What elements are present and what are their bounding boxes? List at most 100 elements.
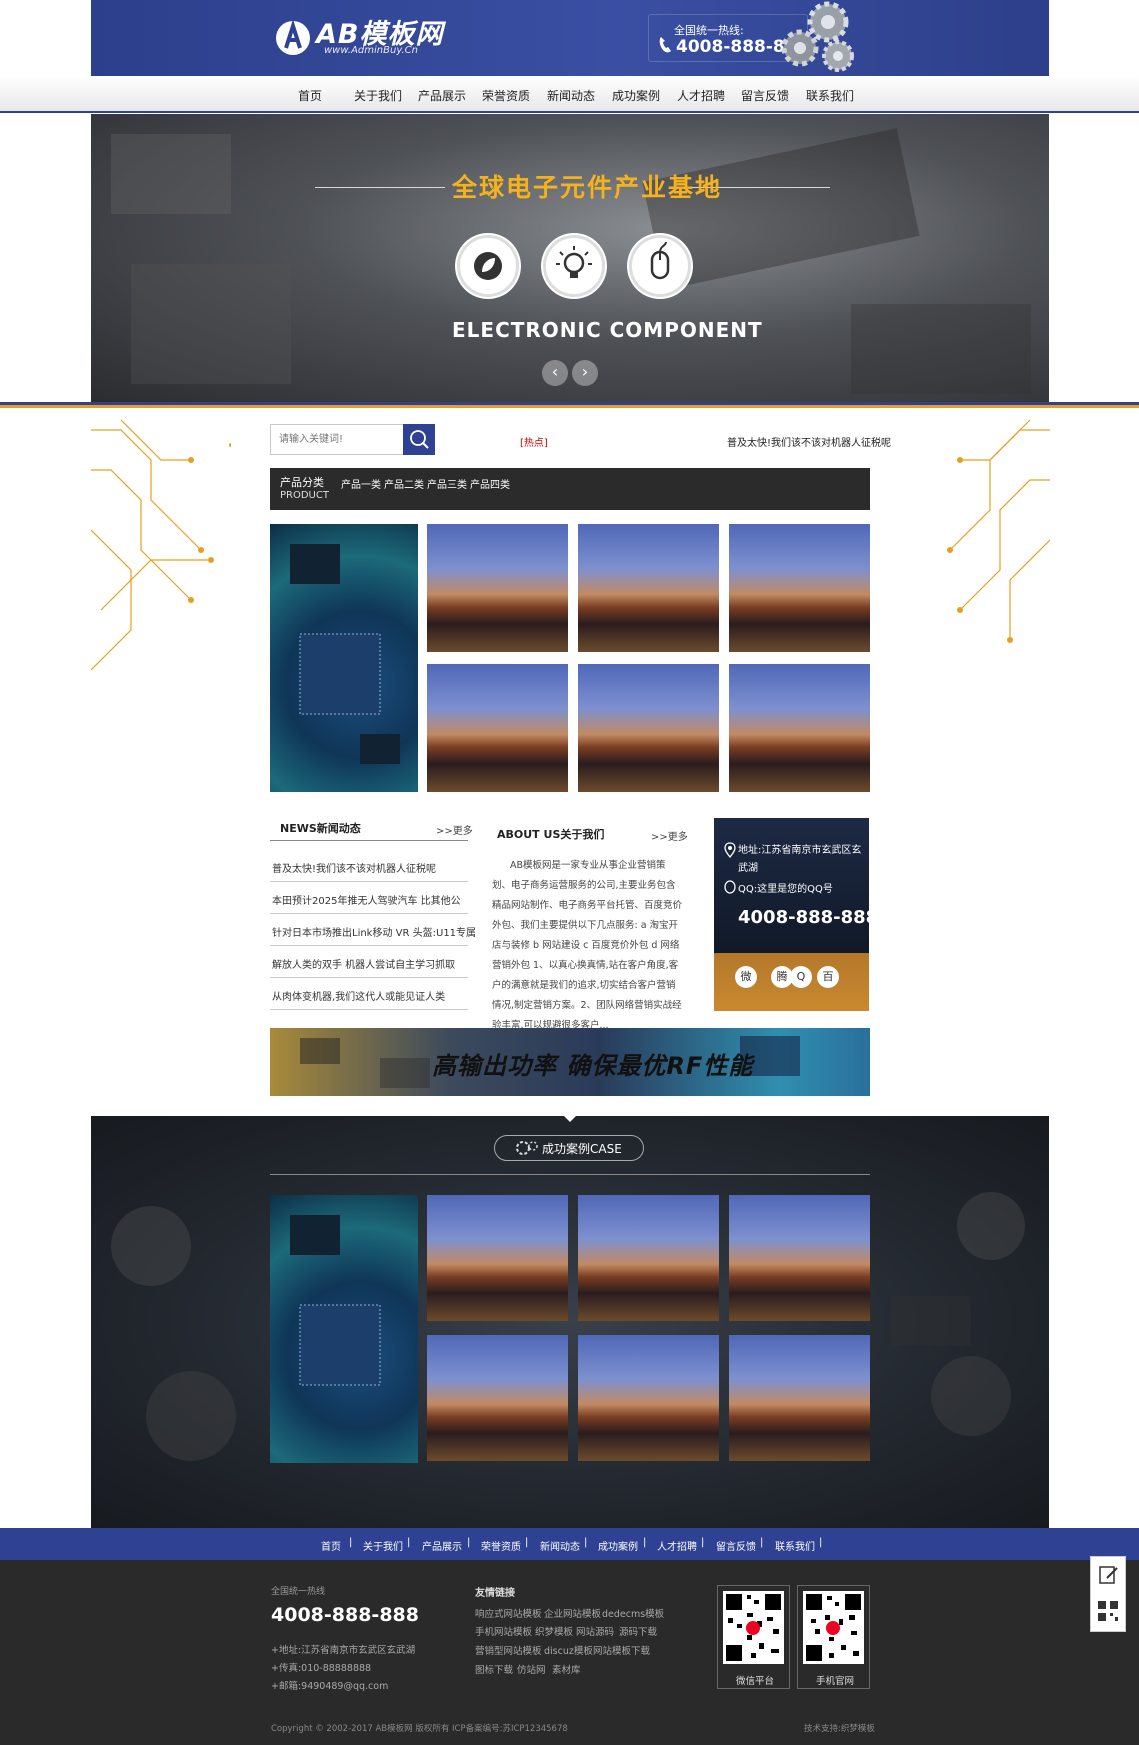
nav-products[interactable]: 产品展示: [418, 87, 466, 104]
logo-subtitle: www.AdminBuy.Cn: [324, 45, 418, 56]
category-link-2[interactable]: 产品二类: [384, 476, 424, 491]
product-image[interactable]: [578, 524, 719, 652]
footer-nav-separator: |: [467, 1537, 471, 1548]
about-title: ABOUT US关于我们: [497, 828, 605, 841]
nav-news[interactable]: 新闻动态: [547, 87, 595, 104]
news-item[interactable]: 解放人类的双手 机器人尝试自主学习抓取: [272, 956, 455, 971]
friend-link[interactable]: 源码下载: [619, 1624, 657, 1638]
nav-feedback[interactable]: 留言反馈: [741, 87, 789, 104]
case-section: [91, 1116, 1049, 1528]
footer-nav-products[interactable]: 产品展示: [422, 1538, 462, 1553]
case-image[interactable]: [578, 1195, 719, 1321]
friend-link[interactable]: discuz模板: [544, 1643, 593, 1657]
case-image[interactable]: [729, 1335, 870, 1461]
contact-phone: 4008-888-888: [738, 907, 879, 928]
news-more-link[interactable]: >>更多: [436, 822, 473, 837]
friend-link[interactable]: 图标下载: [475, 1662, 513, 1676]
page: AB模板网 www.AdminBuy.Cn 全国统一热线: 4008-888-8…: [0, 0, 1139, 1745]
footer-nav-separator: |: [701, 1537, 705, 1548]
footer-nav-honors[interactable]: 荣誉资质: [481, 1538, 521, 1553]
product-image[interactable]: [578, 664, 719, 792]
case-featured-image[interactable]: [270, 1195, 418, 1463]
news-item[interactable]: 针对日本市场推出Link移动 VR 头盔:U11专属: [272, 924, 476, 939]
case-image[interactable]: [427, 1335, 568, 1461]
friend-link[interactable]: 网站源码: [576, 1624, 614, 1638]
case-image[interactable]: [427, 1195, 568, 1321]
product-image[interactable]: [427, 664, 568, 792]
wechat-qr-code[interactable]: [723, 1591, 784, 1664]
footer-nav-about[interactable]: 关于我们: [363, 1538, 403, 1553]
about-more-link[interactable]: >>更多: [651, 828, 688, 843]
footer-nav-separator: |: [584, 1537, 588, 1548]
news-item[interactable]: 本田预计2025年推无人驾驶汽车 比其他公: [272, 892, 461, 907]
tech-support-link[interactable]: 技术支持:织梦模板: [804, 1722, 875, 1734]
friend-links-title: 友情链接: [475, 1588, 515, 1599]
category-link-3[interactable]: 产品三类: [427, 476, 467, 491]
search-icon: [410, 430, 429, 449]
mouse-icon: [629, 235, 691, 297]
banner-next-button[interactable]: ›: [572, 360, 598, 386]
product-image[interactable]: [729, 664, 870, 792]
search-button[interactable]: [403, 424, 435, 455]
case-image[interactable]: [578, 1335, 719, 1461]
nav-honors[interactable]: 荣誉资质: [482, 87, 530, 104]
copyright-text: Copyright © 2002-2017 AB模板网 版权所有 ICP备案编号…: [271, 1724, 568, 1734]
friend-link[interactable]: 仿站网: [517, 1662, 546, 1676]
nav-contact[interactable]: 联系我们: [806, 87, 854, 104]
location-icon: [724, 842, 736, 858]
footer-nav-home[interactable]: 首页: [321, 1538, 341, 1553]
friend-link[interactable]: 响应式网站模板: [475, 1606, 542, 1620]
news-item[interactable]: 从肉体变机器,我们这代人或能见证人类: [272, 988, 445, 1003]
category-subtitle: PRODUCT: [280, 490, 329, 501]
qq-social-icon[interactable]: Q: [790, 966, 812, 988]
logo-icon[interactable]: [276, 16, 310, 56]
edit-icon[interactable]: [1099, 1566, 1118, 1584]
footer-nav-news[interactable]: 新闻动态: [540, 1538, 580, 1553]
footer-nav-separator: |: [349, 1537, 353, 1548]
nav-home[interactable]: 首页: [298, 87, 322, 104]
footer-address: +地址:江苏省南京市玄武区玄武湖: [271, 1645, 416, 1656]
gear-icon: [516, 1141, 538, 1155]
footer-nav-feedback[interactable]: 留言反馈: [716, 1538, 756, 1553]
banner-stripe: [0, 402, 1139, 408]
case-notch: [560, 1112, 580, 1122]
case-image[interactable]: [729, 1195, 870, 1321]
banner-prev-button[interactable]: ‹: [542, 360, 568, 386]
footer-nav-separator: |: [525, 1537, 529, 1548]
footer-nav-contact[interactable]: 联系我们: [775, 1538, 815, 1553]
nav-jobs[interactable]: 人才招聘: [677, 87, 725, 104]
friend-link[interactable]: 网站模板下载: [593, 1643, 650, 1657]
friend-link[interactable]: 手机网站模板: [475, 1624, 532, 1638]
nav-about[interactable]: 关于我们: [354, 87, 402, 104]
category-link-4[interactable]: 产品四类: [470, 476, 510, 491]
news-divider: [270, 945, 468, 946]
product-featured-image[interactable]: [270, 524, 418, 792]
qr-code-icon[interactable]: [1098, 1601, 1118, 1621]
footer-nav-cases[interactable]: 成功案例: [598, 1538, 638, 1553]
product-image[interactable]: [729, 524, 870, 652]
news-item[interactable]: 普及太快!我们该不该对机器人征税呢: [272, 860, 436, 875]
friend-link[interactable]: 素材库: [552, 1662, 581, 1676]
baidu-icon[interactable]: 百: [817, 966, 839, 988]
friend-link[interactable]: dedecms模板: [602, 1606, 664, 1620]
banner-title: 全球电子元件产业基地: [452, 173, 723, 202]
search-input[interactable]: [270, 424, 404, 455]
contact-qq: QQ:这里是您的QQ号: [738, 884, 833, 895]
footer-nav-jobs[interactable]: 人才招聘: [657, 1538, 697, 1553]
friend-link[interactable]: 企业网站模板: [544, 1606, 601, 1620]
hot-label: [热点]: [520, 438, 548, 449]
news-divider: [270, 1009, 468, 1010]
weibo-icon[interactable]: 微: [735, 966, 757, 988]
circuit-decoration-left: [91, 419, 231, 671]
mobile-qr-label: 手机官网: [816, 1676, 855, 1687]
friend-link[interactable]: 织梦模板: [535, 1624, 573, 1638]
case-divider: [270, 1174, 870, 1175]
wechat-qr-label: 微信平台: [736, 1676, 775, 1687]
friend-link[interactable]: 营销型网站模板: [475, 1643, 542, 1657]
product-image[interactable]: [427, 524, 568, 652]
hot-news-link[interactable]: 普及太快!我们该不该对机器人征税呢: [727, 434, 891, 449]
category-link-1[interactable]: 产品一类: [341, 476, 381, 491]
mobile-site-qr-code[interactable]: [803, 1591, 864, 1664]
nav-cases[interactable]: 成功案例: [612, 87, 660, 104]
ad-banner-text: 高输出功率 确保最优RF性能: [432, 1052, 754, 1080]
